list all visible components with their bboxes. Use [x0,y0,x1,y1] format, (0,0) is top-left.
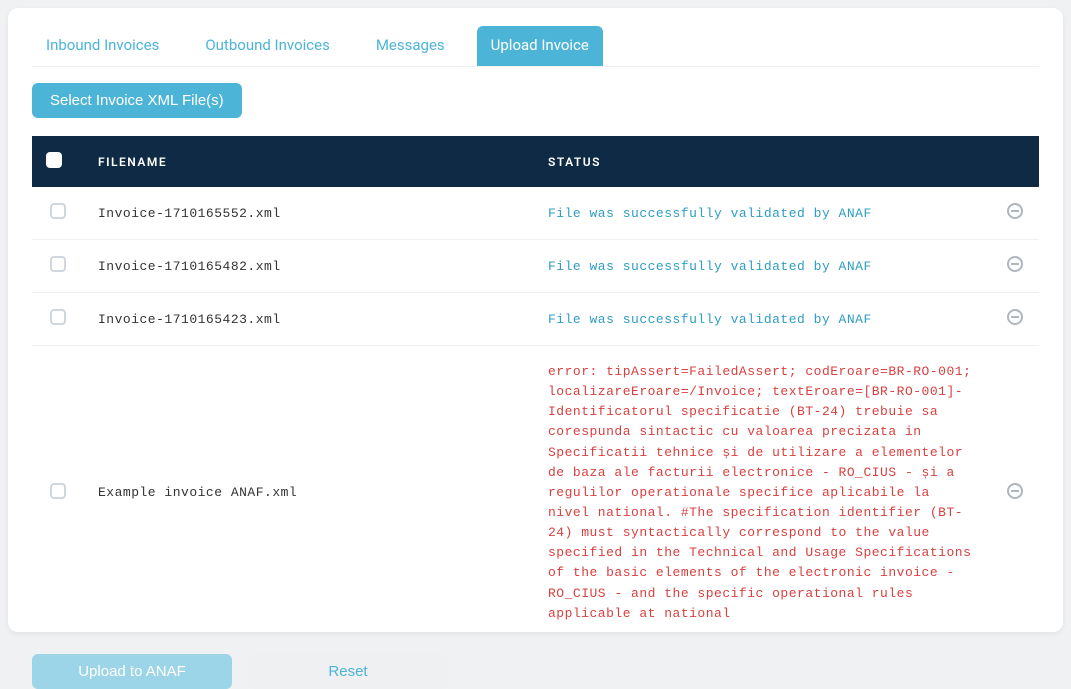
upload-invoice-panel: Inbound Invoices Outbound Invoices Messa… [8,8,1063,632]
cell-status: File was successfully validated by ANAF [534,240,991,293]
tab-inbound-invoices[interactable]: Inbound Invoices [32,26,173,66]
table-row: Example invoice ANAF.xml error: tipAsser… [32,346,1039,640]
row-checkbox[interactable] [50,203,66,219]
tab-messages[interactable]: Messages [362,26,459,66]
header-actions [991,136,1039,187]
remove-row-icon[interactable] [1007,256,1023,272]
cell-status: File was successfully validated by ANAF [534,293,991,346]
remove-row-icon[interactable] [1007,309,1023,325]
row-checkbox[interactable] [50,483,66,499]
row-checkbox[interactable] [50,309,66,325]
select-invoice-files-button[interactable]: Select Invoice XML File(s) [32,83,242,118]
row-checkbox[interactable] [50,256,66,272]
tab-bar: Inbound Invoices Outbound Invoices Messa… [32,26,1039,67]
header-filename: FILENAME [84,136,534,187]
table-row: Invoice-1710165482.xml File was successf… [32,240,1039,293]
upload-files-table: FILENAME STATUS Invoice-1710165552.xml F… [32,136,1039,640]
checkbox-icon [46,152,62,168]
upload-to-anaf-button[interactable]: Upload to ANAF [32,654,232,689]
table-row: Invoice-1710165423.xml File was successf… [32,293,1039,346]
cell-filename: Invoice-1710165423.xml [84,293,534,346]
tab-outbound-invoices[interactable]: Outbound Invoices [191,26,343,66]
remove-row-icon[interactable] [1007,483,1023,499]
reset-button[interactable]: Reset [248,654,448,689]
cell-status: error: tipAssert=FailedAssert; codEroare… [534,346,991,640]
footer-actions: Upload to ANAF Reset [32,654,1039,689]
header-select-all[interactable] [32,136,84,187]
cell-filename: Example invoice ANAF.xml [84,346,534,640]
cell-status: File was successfully validated by ANAF [534,187,991,240]
remove-row-icon[interactable] [1007,203,1023,219]
table-row: Invoice-1710165552.xml File was successf… [32,187,1039,240]
header-status: STATUS [534,136,991,187]
cell-filename: Invoice-1710165552.xml [84,187,534,240]
cell-filename: Invoice-1710165482.xml [84,240,534,293]
tab-upload-invoice[interactable]: Upload Invoice [477,26,603,66]
